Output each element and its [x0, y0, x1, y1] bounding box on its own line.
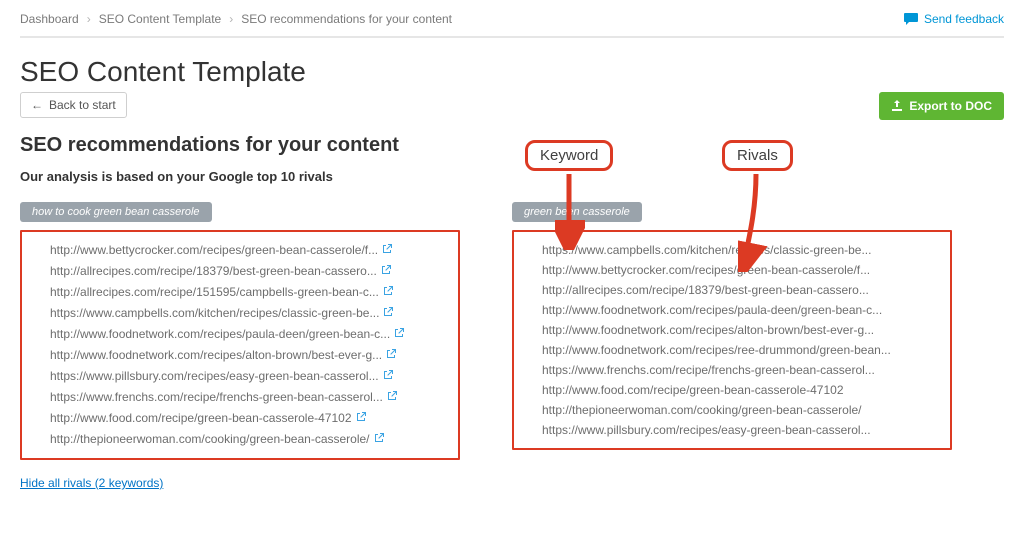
external-link-icon[interactable]	[383, 308, 393, 320]
rival-link[interactable]: https://www.pillsbury.com/recipes/easy-g…	[542, 423, 871, 437]
upload-icon	[891, 100, 903, 112]
rival-link[interactable]: https://www.campbells.com/kitchen/recipe…	[542, 243, 871, 257]
rival-link[interactable]: http://www.foodnetwork.com/recipes/alton…	[50, 348, 382, 362]
rivals-list: https://www.campbells.com/kitchen/recipe…	[520, 240, 940, 440]
send-feedback-link[interactable]: Send feedback	[904, 12, 1004, 26]
external-link-icon[interactable]	[387, 392, 397, 404]
external-link-icon[interactable]	[383, 287, 393, 299]
arrow-down-icon	[555, 172, 585, 250]
chevron-right-icon: ›	[229, 12, 233, 26]
section-heading: SEO recommendations for your content	[20, 134, 1004, 157]
rival-link[interactable]: http://allrecipes.com/recipe/18379/best-…	[50, 264, 377, 278]
chevron-right-icon: ›	[87, 12, 91, 26]
rivals-list: http://www.bettycrocker.com/recipes/gree…	[28, 240, 448, 450]
rival-link[interactable]: https://www.frenchs.com/recipe/frenchs-g…	[542, 363, 875, 377]
rival-link[interactable]: https://www.campbells.com/kitchen/recipe…	[50, 306, 379, 320]
external-link-icon[interactable]	[383, 371, 393, 383]
rival-link[interactable]: http://thepioneerwoman.com/cooking/green…	[542, 403, 862, 417]
rival-link[interactable]: http://www.bettycrocker.com/recipes/gree…	[542, 263, 870, 277]
keyword-chip: how to cook green bean casserole	[20, 202, 212, 222]
arrow-left-icon: ←	[31, 98, 43, 112]
send-feedback-label: Send feedback	[924, 12, 1004, 26]
section-subheading: Our analysis is based on your Google top…	[20, 169, 1004, 184]
rivals-box: http://www.bettycrocker.com/recipes/gree…	[20, 230, 460, 460]
back-label: Back to start	[49, 98, 116, 112]
list-item: http://allrecipes.com/recipe/151595/camp…	[50, 282, 448, 303]
list-item: https://www.pillsbury.com/recipes/easy-g…	[50, 366, 448, 387]
header: Dashboard › SEO Content Template › SEO r…	[20, 8, 1004, 38]
rival-link[interactable]: https://www.frenchs.com/recipe/frenchs-g…	[50, 390, 383, 404]
list-item: http://allrecipes.com/recipe/18379/best-…	[542, 280, 940, 300]
list-item: http://allrecipes.com/recipe/18379/best-…	[50, 261, 448, 282]
list-item: http://www.food.com/recipe/green-bean-ca…	[50, 408, 448, 429]
list-item: http://www.foodnetwork.com/recipes/paula…	[542, 300, 940, 320]
rival-link[interactable]: http://allrecipes.com/recipe/18379/best-…	[542, 283, 869, 297]
rival-link[interactable]: http://www.food.com/recipe/green-bean-ca…	[50, 411, 352, 425]
list-item: http://www.foodnetwork.com/recipes/ree-d…	[542, 340, 940, 360]
export-button[interactable]: Export to DOC	[879, 92, 1004, 120]
list-item: http://thepioneerwoman.com/cooking/green…	[50, 429, 448, 450]
rival-link[interactable]: http://allrecipes.com/recipe/151595/camp…	[50, 285, 379, 299]
rival-link[interactable]: http://www.foodnetwork.com/recipes/paula…	[542, 303, 882, 317]
arrow-down-icon	[738, 172, 778, 272]
external-link-icon[interactable]	[386, 350, 396, 362]
rival-link[interactable]: http://www.foodnetwork.com/recipes/paula…	[50, 327, 390, 341]
breadcrumb: Dashboard › SEO Content Template › SEO r…	[20, 12, 452, 26]
rival-link[interactable]: http://www.food.com/recipe/green-bean-ca…	[542, 383, 844, 397]
annotation-rivals: Rivals	[722, 140, 793, 171]
rival-link[interactable]: http://www.foodnetwork.com/recipes/alton…	[542, 323, 874, 337]
rival-link[interactable]: http://www.bettycrocker.com/recipes/gree…	[50, 243, 378, 257]
external-link-icon[interactable]	[381, 266, 391, 278]
keyword-column: how to cook green bean casserole http://w…	[20, 202, 460, 460]
breadcrumb-item-current: SEO recommendations for your content	[241, 12, 452, 26]
rival-link[interactable]: http://thepioneerwoman.com/cooking/green…	[50, 432, 370, 446]
list-item: http://thepioneerwoman.com/cooking/green…	[542, 400, 940, 420]
breadcrumb-item-dashboard[interactable]: Dashboard	[20, 12, 79, 26]
list-item: https://www.frenchs.com/recipe/frenchs-g…	[542, 360, 940, 380]
export-label: Export to DOC	[909, 99, 992, 113]
toggle-rivals-link[interactable]: Hide all rivals (2 keywords)	[20, 476, 163, 490]
list-item: https://www.campbells.com/kitchen/recipe…	[50, 303, 448, 324]
list-item: http://www.bettycrocker.com/recipes/gree…	[50, 240, 448, 261]
breadcrumb-item-template[interactable]: SEO Content Template	[99, 12, 222, 26]
rivals-box: https://www.campbells.com/kitchen/recipe…	[512, 230, 952, 450]
list-item: http://www.food.com/recipe/green-bean-ca…	[542, 380, 940, 400]
back-button[interactable]: ← Back to start	[20, 92, 127, 118]
rival-link[interactable]: https://www.pillsbury.com/recipes/easy-g…	[50, 369, 379, 383]
list-item: http://www.foodnetwork.com/recipes/alton…	[542, 320, 940, 340]
list-item: http://www.foodnetwork.com/recipes/paula…	[50, 324, 448, 345]
annotation-keyword: Keyword	[525, 140, 613, 171]
external-link-icon[interactable]	[356, 413, 366, 425]
page-title: SEO Content Template	[20, 56, 1004, 88]
external-link-icon[interactable]	[382, 245, 392, 257]
list-item: http://www.foodnetwork.com/recipes/alton…	[50, 345, 448, 366]
external-link-icon[interactable]	[374, 434, 384, 446]
feedback-icon	[904, 13, 918, 25]
external-link-icon[interactable]	[394, 329, 404, 341]
list-item: https://www.frenchs.com/recipe/frenchs-g…	[50, 387, 448, 408]
rival-link[interactable]: http://www.foodnetwork.com/recipes/ree-d…	[542, 343, 891, 357]
list-item: https://www.pillsbury.com/recipes/easy-g…	[542, 420, 940, 440]
